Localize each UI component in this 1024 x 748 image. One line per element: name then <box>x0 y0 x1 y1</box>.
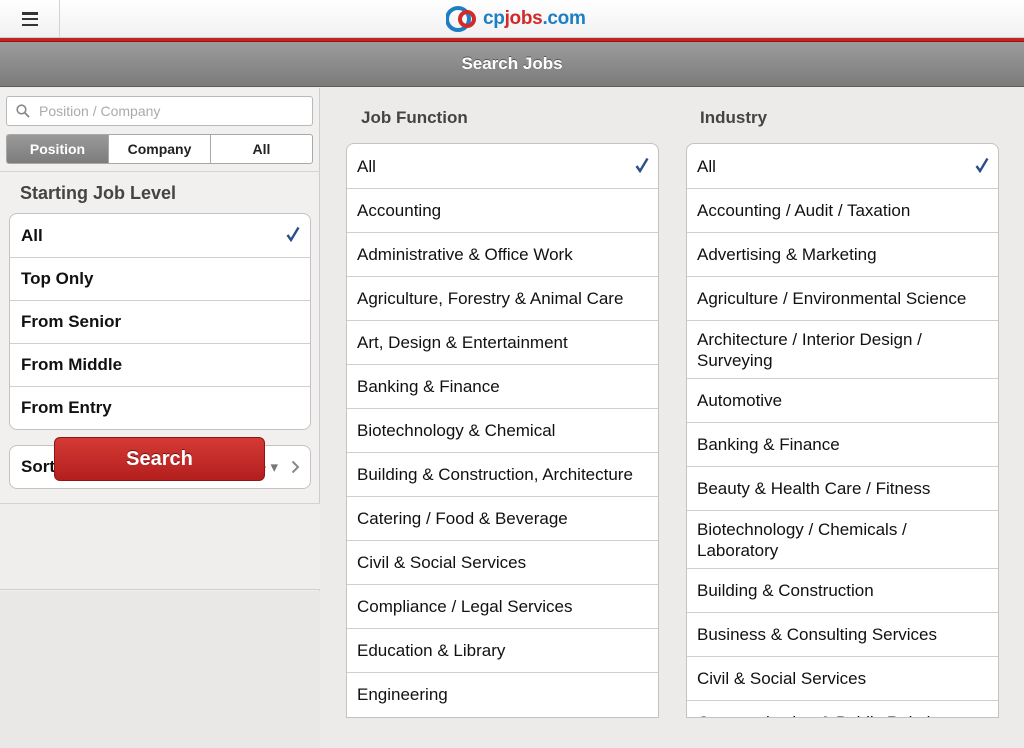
job-function-option-all[interactable]: All <box>347 144 658 188</box>
industry-option-beauty-health-care-fitness[interactable]: Beauty & Health Care / Fitness <box>687 466 998 510</box>
industry-option-architecture-interior-design-surveying[interactable]: Architecture / Interior Design / Surveyi… <box>687 320 998 378</box>
job-function-option-compliance-legal-services[interactable]: Compliance / Legal Services <box>347 584 658 628</box>
job-function-option-administrative-office-work[interactable]: Administrative & Office Work <box>347 232 658 276</box>
industry-list: All Accounting / Audit / Taxation Advertis… <box>686 143 999 718</box>
search-scope-control: Position Company All <box>6 134 313 164</box>
top-bar: cpjobs.com <box>0 0 1024 38</box>
job-function-option-accounting[interactable]: Accounting <box>347 188 658 232</box>
checkmark-icon <box>975 157 989 173</box>
divider <box>0 171 320 172</box>
search-button[interactable]: Search <box>54 437 265 481</box>
checkmark-icon <box>635 157 649 173</box>
job-level-option-all[interactable]: All <box>10 214 310 257</box>
scope-all-tab[interactable]: All <box>210 135 312 163</box>
cpjobs-logo-icon <box>446 6 476 32</box>
checkmark-icon <box>286 226 300 242</box>
job-function-option-biotechnology-chemical[interactable]: Biotechnology & Chemical <box>347 408 658 452</box>
job-function-option-engineering[interactable]: Engineering <box>347 672 658 716</box>
industry-option-communication-public-relations[interactable]: Communication & Public Relations <box>687 700 998 717</box>
page-title: Search Jobs <box>461 54 563 73</box>
job-level-list: All Top Only From Senior From Middle Fro… <box>9 213 311 430</box>
scope-position-tab[interactable]: Position <box>7 135 108 163</box>
industry-option-business-consulting-services[interactable]: Business & Consulting Services <box>687 612 998 656</box>
industry-option-civil-social-services[interactable]: Civil & Social Services <box>687 656 998 700</box>
title-bar: Search Jobs <box>0 42 1024 87</box>
industry-option-automotive[interactable]: Automotive <box>687 378 998 422</box>
panel-background <box>0 591 320 748</box>
job-level-option-top-only[interactable]: Top Only <box>10 257 310 300</box>
search-button-area <box>0 504 320 590</box>
search-field[interactable] <box>6 96 313 126</box>
job-level-option-from-entry[interactable]: From Entry <box>10 386 310 429</box>
hamburger-icon <box>21 12 38 26</box>
job-function-option-civil-social-services[interactable]: Civil & Social Services <box>347 540 658 584</box>
industry-option-all[interactable]: All <box>687 144 998 188</box>
job-level-option-from-middle[interactable]: From Middle <box>10 343 310 386</box>
filter-panel: Position Company All Starting Job Level … <box>0 88 320 748</box>
job-level-option-from-senior[interactable]: From Senior <box>10 300 310 343</box>
job-level-heading: Starting Job Level <box>20 183 177 203</box>
industry-option-advertising-marketing[interactable]: Advertising & Marketing <box>687 232 998 276</box>
job-function-option-banking-finance[interactable]: Banking & Finance <box>347 364 658 408</box>
menu-button[interactable] <box>0 0 60 38</box>
search-icon <box>7 104 39 118</box>
industry-option-banking-finance[interactable]: Banking & Finance <box>687 422 998 466</box>
page-background <box>320 718 1024 748</box>
job-function-heading: Job Function <box>361 108 468 127</box>
job-function-option-catering-food-beverage[interactable]: Catering / Food & Beverage <box>347 496 658 540</box>
industry-option-building-construction[interactable]: Building & Construction <box>687 568 998 612</box>
industry-heading: Industry <box>700 108 768 127</box>
industry-option-biotechnology-chemicals-laboratory[interactable]: Biotechnology / Chemicals / Laboratory <box>687 510 998 568</box>
job-function-option-art-design-entertainment[interactable]: Art, Design & Entertainment <box>347 320 658 364</box>
site-logo[interactable]: cpjobs.com <box>446 4 586 34</box>
search-input[interactable] <box>39 103 299 119</box>
chevron-right-icon <box>291 460 300 474</box>
job-function-option-agriculture-forestry-animal-care[interactable]: Agriculture, Forestry & Animal Care <box>347 276 658 320</box>
job-function-option-education-library[interactable]: Education & Library <box>347 628 658 672</box>
job-function-list: All Accounting Administrative & Office Wor… <box>346 143 659 718</box>
logo-text: cpjobs.com <box>483 8 586 29</box>
job-function-option-building-construction-architecture[interactable]: Building & Construction, Architecture <box>347 452 658 496</box>
scope-company-tab[interactable]: Company <box>108 135 210 163</box>
industry-option-accounting-audit-taxation[interactable]: Accounting / Audit / Taxation <box>687 188 998 232</box>
industry-option-agriculture-environmental-science[interactable]: Agriculture / Environmental Science <box>687 276 998 320</box>
